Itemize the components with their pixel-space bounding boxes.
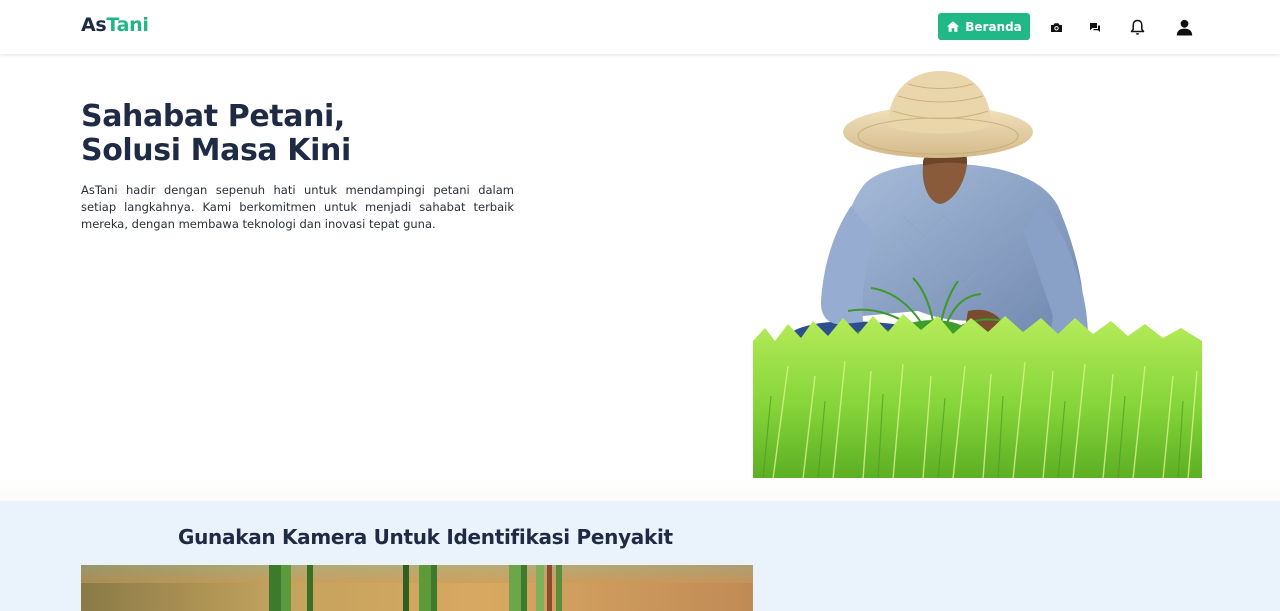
- rice-plant-photo: [81, 565, 753, 611]
- user-icon[interactable]: [1173, 16, 1195, 38]
- home-button-label: Beranda: [965, 19, 1022, 34]
- chat-icon[interactable]: [1084, 16, 1106, 38]
- brand-name-part2: Tani: [106, 14, 149, 36]
- brand-name-part1: As: [81, 14, 107, 36]
- navbar: AsTani Beranda: [0, 0, 1280, 54]
- home-button[interactable]: Beranda: [938, 13, 1030, 40]
- hero-title: Sahabat Petani, Solusi Masa Kini: [81, 100, 521, 168]
- brand-logo[interactable]: AsTani: [81, 14, 149, 36]
- section-divider: [0, 478, 1280, 501]
- hero-title-line2: Solusi Masa Kini: [81, 133, 351, 168]
- hero-title-line1: Sahabat Petani,: [81, 99, 345, 134]
- home-icon: [947, 21, 960, 32]
- hero-description: AsTani hadir dengan sepenuh hati untuk m…: [81, 183, 514, 231]
- farmer-photo: [753, 71, 1202, 479]
- camera-section-title: Gunakan Kamera Untuk Identifikasi Penyak…: [178, 525, 673, 549]
- camera-icon[interactable]: [1045, 16, 1067, 38]
- bell-icon[interactable]: [1126, 16, 1148, 38]
